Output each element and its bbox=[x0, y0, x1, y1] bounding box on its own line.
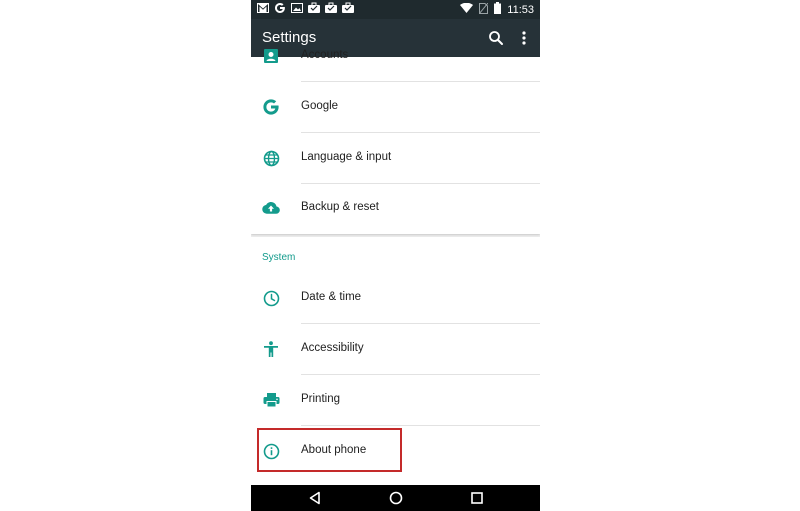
briefcase-icon bbox=[325, 2, 337, 13]
no-sim-icon bbox=[478, 2, 489, 17]
settings-item-accounts[interactable]: Accounts bbox=[251, 31, 540, 82]
settings-item-label: Date & time bbox=[301, 291, 362, 303]
settings-item-printing[interactable]: Printing bbox=[251, 375, 540, 426]
section-header-system: System bbox=[262, 252, 296, 263]
briefcase-icon bbox=[308, 2, 320, 13]
settings-item-label: Printing bbox=[301, 393, 340, 405]
navigation-bar bbox=[251, 485, 540, 511]
settings-item-backup-reset[interactable]: Backup & reset bbox=[251, 183, 540, 234]
settings-item-label: Backup & reset bbox=[301, 201, 379, 213]
settings-item-label: Language & input bbox=[301, 151, 392, 163]
globe-icon bbox=[261, 148, 281, 168]
briefcase-icon bbox=[342, 2, 354, 13]
recents-icon[interactable] bbox=[469, 490, 485, 506]
gallery-icon bbox=[291, 2, 303, 13]
settings-item-date-time[interactable]: Date & time bbox=[251, 273, 540, 324]
accounts-icon bbox=[261, 46, 281, 66]
wifi-icon bbox=[460, 2, 474, 16]
back-icon[interactable] bbox=[307, 490, 323, 506]
settings-item-label: Google bbox=[301, 100, 339, 112]
settings-item-label: Accounts bbox=[301, 49, 349, 61]
highlight-box-about-phone bbox=[257, 428, 402, 472]
google-icon bbox=[274, 2, 286, 13]
status-right: 11:53 bbox=[460, 2, 534, 17]
clock-icon bbox=[261, 288, 281, 308]
personal-settings-card: Accounts Google Language & input Backup … bbox=[251, 49, 540, 234]
settings-item-accessibility[interactable]: Accessibility bbox=[251, 324, 540, 375]
home-icon[interactable] bbox=[388, 490, 404, 506]
status-time: 11:53 bbox=[507, 3, 534, 16]
accessibility-icon bbox=[261, 339, 281, 359]
settings-item-label: Accessibility bbox=[301, 342, 364, 354]
battery-icon bbox=[494, 2, 502, 17]
google-g-icon bbox=[261, 97, 281, 117]
notification-icons bbox=[257, 2, 354, 13]
settings-item-language-input[interactable]: Language & input bbox=[251, 133, 540, 184]
gmail-icon bbox=[257, 2, 269, 13]
status-bar: 11:53 bbox=[251, 0, 540, 19]
cloud-upload-icon bbox=[261, 198, 281, 218]
settings-item-google[interactable]: Google bbox=[251, 82, 540, 133]
printer-icon bbox=[261, 390, 281, 410]
